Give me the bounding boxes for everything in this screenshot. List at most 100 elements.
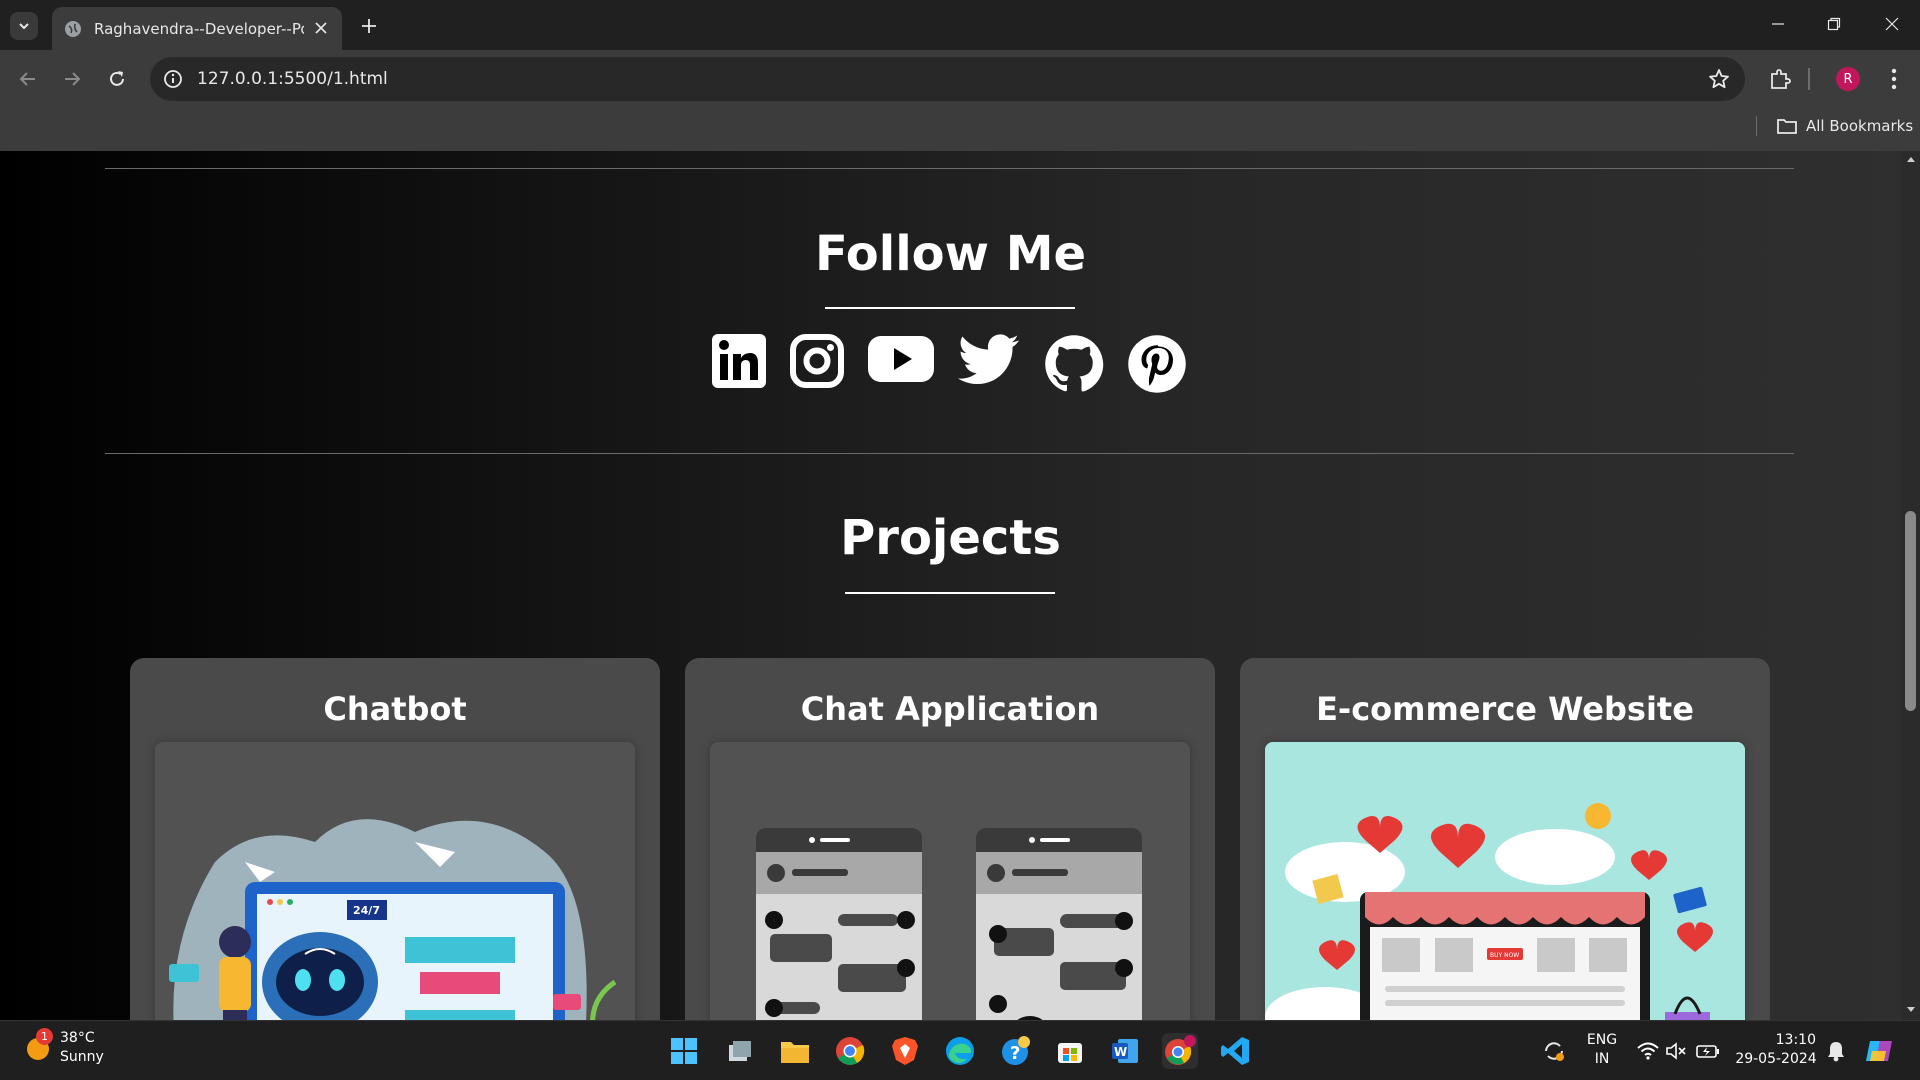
close-icon bbox=[315, 22, 327, 34]
copilot-icon bbox=[1866, 1041, 1892, 1061]
browser-tab[interactable]: Raghavendra--Developer--Portf bbox=[52, 7, 342, 50]
help-button[interactable]: ? bbox=[997, 1033, 1033, 1069]
ecommerce-image[interactable]: BUY NOW bbox=[1265, 742, 1745, 1020]
clock[interactable]: 13:10 29-05-2024 bbox=[1730, 1031, 1822, 1069]
sync-tray-button[interactable] bbox=[1536, 1033, 1572, 1069]
chatbot-badge: 24/7 bbox=[353, 904, 380, 917]
chatbot-illustration: 24/7 bbox=[169, 819, 617, 1020]
task-view-icon bbox=[729, 1041, 751, 1061]
vscode-button[interactable] bbox=[1217, 1033, 1253, 1069]
folder-icon bbox=[1777, 119, 1797, 134]
url-text[interactable]: 127.0.0.1:5500/1.html bbox=[197, 69, 388, 89]
new-tab-button[interactable] bbox=[355, 12, 383, 40]
weather-temp: 38°C bbox=[60, 1030, 95, 1046]
page-scrollbar[interactable] bbox=[1901, 151, 1920, 1020]
youtube-link[interactable] bbox=[868, 334, 934, 384]
clock-date: 29-05-2024 bbox=[1735, 1051, 1817, 1067]
chatbot-image[interactable]: 24/7 bbox=[155, 742, 635, 1020]
scroll-up-icon[interactable] bbox=[1906, 155, 1916, 163]
chrome-active-button[interactable] bbox=[1162, 1033, 1198, 1069]
toolbar-divider bbox=[1808, 68, 1810, 90]
project-title: Chatbot bbox=[323, 690, 467, 728]
chat-application-image[interactable] bbox=[710, 742, 1190, 1020]
instagram-link[interactable] bbox=[790, 334, 844, 388]
battery-tray-button[interactable] bbox=[1690, 1033, 1726, 1069]
minimize-icon bbox=[1772, 23, 1784, 25]
reload-button[interactable] bbox=[102, 64, 132, 94]
svg-text:W: W bbox=[1114, 1045, 1127, 1059]
star-icon[interactable] bbox=[1707, 67, 1731, 91]
info-icon[interactable] bbox=[162, 68, 184, 90]
copilot-button[interactable] bbox=[1862, 1033, 1898, 1069]
bell-icon bbox=[1828, 1042, 1844, 1062]
chrome-taskbar-button[interactable] bbox=[832, 1033, 868, 1069]
close-window-button[interactable] bbox=[1872, 8, 1912, 40]
tab-close-button[interactable] bbox=[312, 19, 330, 37]
volume-tray-button[interactable] bbox=[1658, 1033, 1694, 1069]
help-icon: ? bbox=[1002, 1036, 1030, 1065]
all-bookmarks-button[interactable]: All Bookmarks bbox=[1776, 114, 1913, 138]
all-bookmarks-label: All Bookmarks bbox=[1806, 117, 1914, 135]
chrome-profile-icon bbox=[1165, 1035, 1196, 1065]
address-bar[interactable]: 127.0.0.1:5500/1.html bbox=[150, 57, 1745, 101]
reload-icon bbox=[110, 71, 124, 86]
plus-icon bbox=[362, 19, 376, 33]
start-button[interactable] bbox=[666, 1033, 702, 1069]
browser-toolbar: 127.0.0.1:5500/1.html bbox=[0, 50, 1920, 108]
profile-avatar[interactable]: R bbox=[1836, 67, 1860, 91]
weather-widget[interactable]: 1 38°C Sunny bbox=[24, 1028, 104, 1067]
wifi-icon bbox=[1637, 1042, 1659, 1060]
more-vertical-icon bbox=[1891, 68, 1897, 90]
github-link[interactable] bbox=[1044, 334, 1104, 394]
project-card-chat-application[interactable]: Chat Application bbox=[685, 658, 1215, 1020]
linkedin-link[interactable] bbox=[712, 334, 766, 388]
file-explorer-button[interactable] bbox=[777, 1033, 813, 1069]
word-icon: W bbox=[1112, 1039, 1138, 1063]
back-button[interactable] bbox=[13, 64, 43, 94]
follow-me-title: Follow Me bbox=[814, 226, 1087, 282]
task-view-button[interactable] bbox=[722, 1033, 758, 1069]
svg-text:?: ? bbox=[1010, 1043, 1020, 1064]
projects-title: Projects bbox=[840, 510, 1061, 566]
follow-me-underline bbox=[825, 307, 1075, 309]
twitter-link[interactable] bbox=[958, 334, 1020, 386]
projects-underline bbox=[845, 592, 1055, 594]
brave-button[interactable] bbox=[887, 1033, 923, 1069]
sun-icon: 1 bbox=[24, 1028, 53, 1062]
weather-condition: Sunny bbox=[60, 1049, 104, 1065]
restore-button[interactable] bbox=[1814, 8, 1854, 40]
edge-button[interactable] bbox=[942, 1033, 978, 1069]
instagram-icon bbox=[790, 334, 844, 388]
project-card-chatbot[interactable]: Chatbot 24/7 bbox=[130, 658, 660, 1020]
arrow-right-icon bbox=[65, 72, 81, 86]
forward-button[interactable] bbox=[57, 64, 87, 94]
notifications-button[interactable] bbox=[1818, 1033, 1854, 1069]
vscode-icon bbox=[1221, 1037, 1249, 1065]
pinterest-link[interactable] bbox=[1127, 334, 1187, 394]
restore-icon bbox=[1827, 17, 1841, 31]
project-title: Chat Application bbox=[800, 690, 1100, 728]
battery-charging-icon bbox=[1696, 1045, 1719, 1058]
word-button[interactable]: W bbox=[1107, 1033, 1143, 1069]
globe-icon bbox=[65, 20, 81, 37]
weather-alert-badge: 1 bbox=[36, 1028, 53, 1045]
tab-bar: Raghavendra--Developer--Portf bbox=[0, 0, 1920, 50]
language-indicator[interactable]: ENG IN bbox=[1582, 1031, 1622, 1069]
scroll-down-icon[interactable] bbox=[1906, 1006, 1916, 1014]
scrollbar-thumb[interactable] bbox=[1905, 511, 1916, 711]
volume-muted-icon bbox=[1666, 1042, 1686, 1060]
clock-time: 13:10 bbox=[1775, 1032, 1816, 1048]
extensions-button[interactable] bbox=[1766, 65, 1794, 93]
section-divider bbox=[105, 168, 1794, 169]
close-icon bbox=[1885, 17, 1899, 31]
chrome-icon bbox=[836, 1037, 865, 1065]
minimize-button[interactable] bbox=[1758, 8, 1798, 40]
project-card-ecommerce-website[interactable]: E-commerce Website BUY NOW bbox=[1240, 658, 1770, 1020]
menu-button[interactable] bbox=[1880, 65, 1908, 93]
taskbar: 1 38°C Sunny ? W ENG IN 13:10 29-05-2024 bbox=[0, 1020, 1920, 1080]
folder-icon bbox=[781, 1042, 809, 1063]
linkedin-icon bbox=[712, 334, 766, 388]
store-button[interactable] bbox=[1052, 1033, 1088, 1069]
tab-search-button[interactable] bbox=[10, 12, 38, 40]
tab-title: Raghavendra--Developer--Portf bbox=[94, 19, 304, 38]
